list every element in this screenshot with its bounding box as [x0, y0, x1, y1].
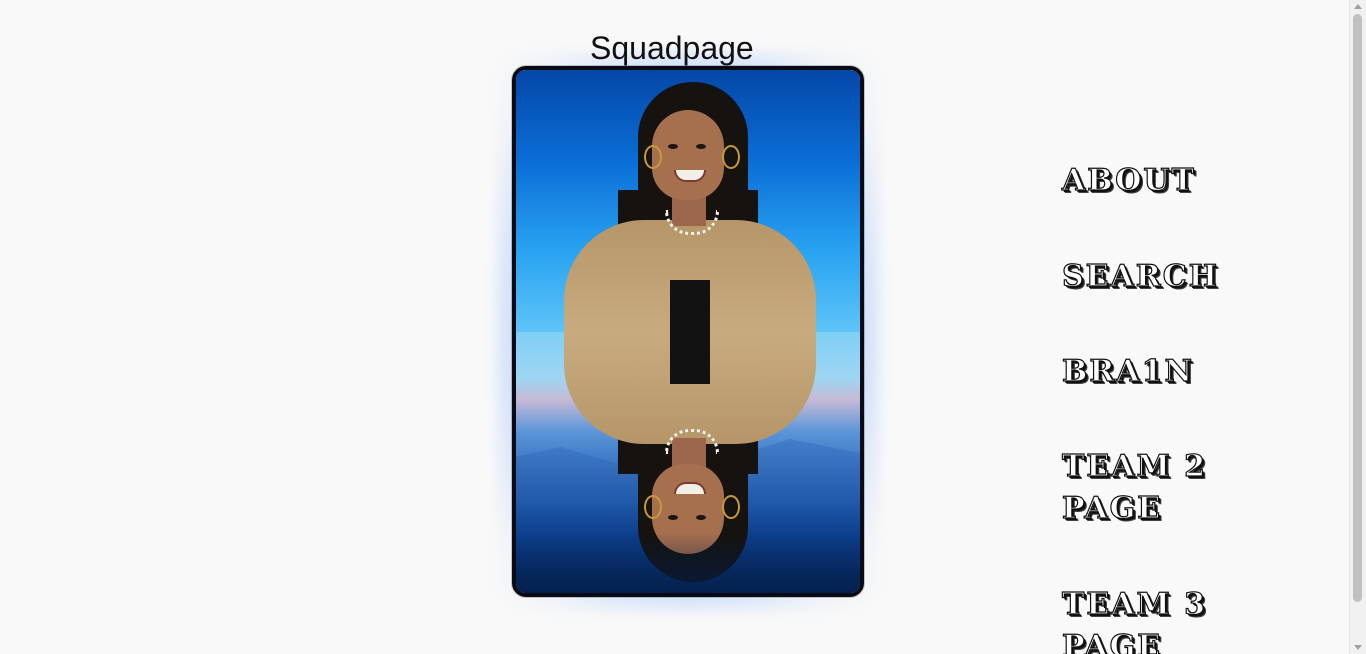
right-eye: [696, 144, 706, 149]
hoop-earring-right: [722, 145, 740, 169]
nav-item-about: About: [1061, 160, 1196, 202]
page: Squadpage ABOUT SEARCH BRA1N TEAM 2 PAGE…: [0, 0, 1366, 654]
vertical-scrollbar[interactable]: [1349, 0, 1366, 654]
black-top: [670, 280, 710, 332]
nav-item-team-3: Team 3 Page: [1061, 584, 1232, 654]
nav-item-search: Search: [1061, 256, 1219, 298]
portrait-figure: [560, 70, 820, 332]
left-eye: [668, 515, 678, 520]
left-eye: [668, 144, 678, 149]
nav-link-team-2[interactable]: Team 2 Page: [1061, 446, 1232, 530]
profile-photo-reflection: [516, 332, 860, 593]
profile-card: [512, 66, 864, 597]
nav-link-about[interactable]: About: [1061, 160, 1196, 202]
hoop-earring-left: [644, 145, 662, 169]
hoop-earring-left: [644, 495, 662, 519]
nav-link-search[interactable]: Search: [1061, 256, 1219, 298]
face: [652, 110, 724, 200]
smile: [674, 170, 706, 182]
nav-item-team-2: Team 2 Page: [1061, 446, 1232, 530]
nav-item-brain: Bra1n: [1061, 351, 1194, 393]
scroll-down-arrow-icon[interactable]: [1354, 645, 1362, 650]
smile: [674, 482, 706, 494]
hoop-earring-right: [722, 495, 740, 519]
scrollbar-thumb[interactable]: [1353, 14, 1362, 602]
nav-link-brain[interactable]: Bra1n: [1061, 351, 1194, 393]
profile-photo: [516, 70, 860, 332]
page-title: Squadpage: [590, 30, 754, 66]
scroll-up-arrow-icon[interactable]: [1354, 4, 1362, 9]
nav-link-team-3[interactable]: Team 3 Page: [1061, 584, 1232, 654]
black-top: [670, 332, 710, 384]
bottom-vignette: [516, 533, 860, 593]
right-eye: [696, 515, 706, 520]
